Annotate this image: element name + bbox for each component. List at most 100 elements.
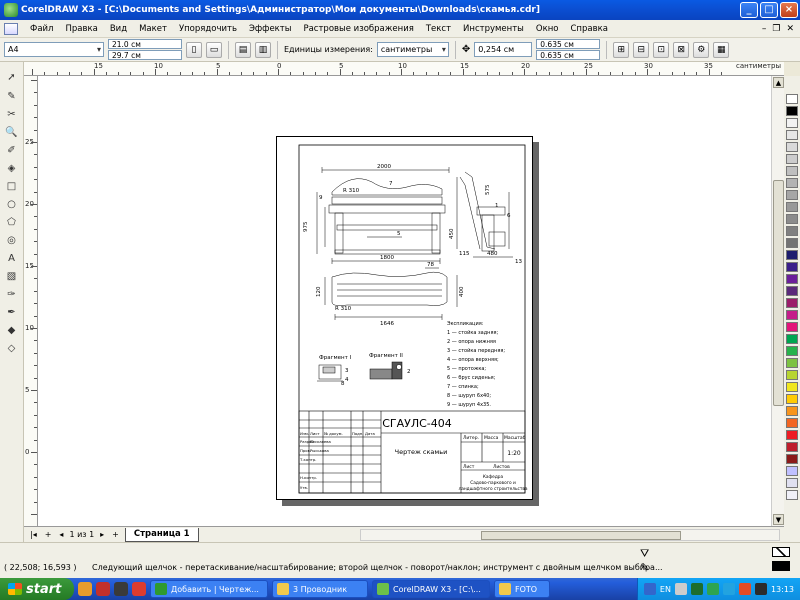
horizontal-scrollbar[interactable] — [360, 528, 780, 541]
treat-as-filled-icon[interactable]: ▦ — [713, 41, 730, 58]
tray-app-icon[interactable] — [754, 583, 767, 595]
color-swatch[interactable] — [786, 250, 798, 260]
units-select[interactable]: сантиметры — [376, 42, 449, 57]
page-height-field[interactable]: 29.7 см — [108, 50, 182, 60]
horizontal-ruler[interactable]: 15 10 5 0 5 10 15 20 25 30 35 сантиметры — [24, 62, 784, 76]
duplicate-x-field[interactable]: 0.635 см — [536, 39, 601, 49]
minimize-button[interactable]: _ — [740, 2, 758, 18]
color-swatch[interactable] — [786, 322, 798, 332]
interactive-blend-icon[interactable]: ▧ — [3, 269, 20, 284]
vertical-scrollbar[interactable]: ▲ ▼ — [771, 76, 784, 526]
rectangle-tool-icon[interactable]: □ — [3, 179, 20, 194]
menu-arrange[interactable]: Упорядочить — [173, 24, 243, 34]
drawing-canvas[interactable]: 2000 1800 975 450 1646 400 120 R 310 R 3… — [38, 76, 771, 526]
menu-bitmaps[interactable]: Растровые изображения — [297, 24, 419, 34]
color-swatch[interactable] — [786, 154, 798, 164]
color-swatch[interactable] — [786, 262, 798, 272]
task-foto[interactable]: FOTO — [494, 580, 550, 598]
snap-objects-icon[interactable]: ⊡ — [653, 41, 670, 58]
quicklaunch-icon[interactable] — [132, 582, 146, 596]
doc-close-icon[interactable]: ✕ — [786, 24, 794, 34]
freehand-tool-icon[interactable]: ✐ — [3, 143, 20, 158]
hscroll-thumb[interactable] — [481, 530, 681, 540]
task-browser[interactable]: Добавить | Чертеж... — [150, 580, 268, 598]
eyedropper-icon[interactable]: ✑ — [3, 287, 20, 302]
color-swatch[interactable] — [786, 370, 798, 380]
menu-edit[interactable]: Правка — [59, 24, 103, 34]
basic-shapes-icon[interactable]: ◎ — [3, 233, 20, 248]
color-swatch[interactable] — [786, 238, 798, 248]
interactive-fill-icon[interactable]: ◇ — [3, 341, 20, 356]
task-explorer[interactable]: 3 Проводник — [272, 580, 368, 598]
paper-size-select[interactable]: A4 — [4, 42, 104, 57]
color-swatch[interactable] — [786, 346, 798, 356]
color-swatch[interactable] — [786, 142, 798, 152]
maximize-button[interactable]: □ — [760, 2, 778, 18]
outline-tool-icon[interactable]: ✒ — [3, 305, 20, 320]
prev-page-icon[interactable]: ◂ — [57, 530, 65, 539]
current-page-icon[interactable]: ▥ — [255, 41, 271, 58]
portrait-icon[interactable]: ▯ — [186, 41, 202, 58]
pick-tool-icon[interactable]: ➚ — [3, 70, 20, 85]
next-page-icon[interactable]: ▸ — [98, 530, 106, 539]
bluetooth-icon[interactable] — [643, 583, 656, 595]
doc-restore-icon[interactable]: ❐ — [772, 24, 780, 34]
menu-effects[interactable]: Эффекты — [243, 24, 298, 34]
color-swatch[interactable] — [786, 214, 798, 224]
scroll-thumb[interactable] — [773, 180, 784, 406]
menu-window[interactable]: Окно — [530, 24, 565, 34]
menu-text[interactable]: Текст — [420, 24, 457, 34]
options-icon[interactable]: ⚙ — [693, 41, 710, 58]
outline-indicator-icon[interactable]: ✎ — [640, 561, 649, 574]
color-swatch[interactable] — [786, 382, 798, 392]
menu-tools[interactable]: Инструменты — [457, 24, 530, 34]
color-swatch[interactable] — [786, 202, 798, 212]
fill-tool-icon[interactable]: ◆ — [3, 323, 20, 338]
color-swatch[interactable] — [786, 358, 798, 368]
drawing-page[interactable]: 2000 1800 975 450 1646 400 120 R 310 R 3… — [276, 136, 533, 500]
page-width-field[interactable]: 21.0 см — [108, 39, 182, 49]
fill-indicator-icon[interactable]: ⛛ — [640, 547, 649, 561]
all-pages-icon[interactable]: ▤ — [235, 41, 251, 58]
color-swatch[interactable] — [786, 310, 798, 320]
color-swatch[interactable] — [786, 94, 798, 104]
color-swatch[interactable] — [786, 430, 798, 440]
menu-file[interactable]: Файл — [24, 24, 59, 34]
color-swatch[interactable] — [786, 418, 798, 428]
landscape-icon[interactable]: ▭ — [206, 41, 222, 58]
document-icon[interactable] — [4, 22, 18, 35]
zoom-tool-icon[interactable]: 🔍 — [3, 125, 20, 140]
add-page-after-icon[interactable]: + — [110, 530, 121, 539]
start-button[interactable]: start — [0, 578, 74, 600]
snap-grid-icon[interactable]: ⊞ — [613, 41, 630, 58]
color-swatch[interactable] — [786, 286, 798, 296]
color-swatch[interactable] — [786, 334, 798, 344]
first-page-icon[interactable]: |◂ — [28, 530, 39, 539]
color-swatch[interactable] — [786, 478, 798, 488]
crop-tool-icon[interactable]: ✂ — [3, 107, 20, 122]
color-swatch[interactable] — [786, 226, 798, 236]
vertical-ruler[interactable]: 25 20 15 10 5 0 — [24, 76, 38, 526]
shape-tool-icon[interactable]: ✎ — [3, 89, 20, 104]
quicklaunch-icon[interactable] — [96, 582, 110, 596]
color-swatch[interactable] — [786, 490, 798, 500]
close-button[interactable]: × — [780, 2, 798, 18]
color-swatch[interactable] — [786, 466, 798, 476]
text-tool-icon[interactable]: A — [3, 251, 20, 266]
smart-fill-icon[interactable]: ◈ — [3, 161, 20, 176]
dynamic-guides-icon[interactable]: ⊠ — [673, 41, 690, 58]
nudge-field[interactable]: 0,254 см — [474, 42, 533, 57]
task-coreldraw[interactable]: CorelDRAW X3 - [C:\... — [372, 580, 490, 598]
coreldraw-app-icon[interactable] — [4, 3, 18, 17]
color-swatch[interactable] — [786, 130, 798, 140]
menu-view[interactable]: Вид — [104, 24, 133, 34]
add-page-before-icon[interactable]: + — [43, 530, 54, 539]
tray-app-icon[interactable] — [706, 583, 719, 595]
color-swatch[interactable] — [786, 166, 798, 176]
polygon-tool-icon[interactable]: ⬠ — [3, 215, 20, 230]
quicklaunch-icon[interactable] — [78, 582, 92, 596]
volume-icon[interactable] — [674, 583, 687, 595]
scroll-up-icon[interactable]: ▲ — [773, 77, 784, 88]
color-swatch[interactable] — [786, 106, 798, 116]
page-tab[interactable]: Страница 1 — [124, 527, 199, 542]
